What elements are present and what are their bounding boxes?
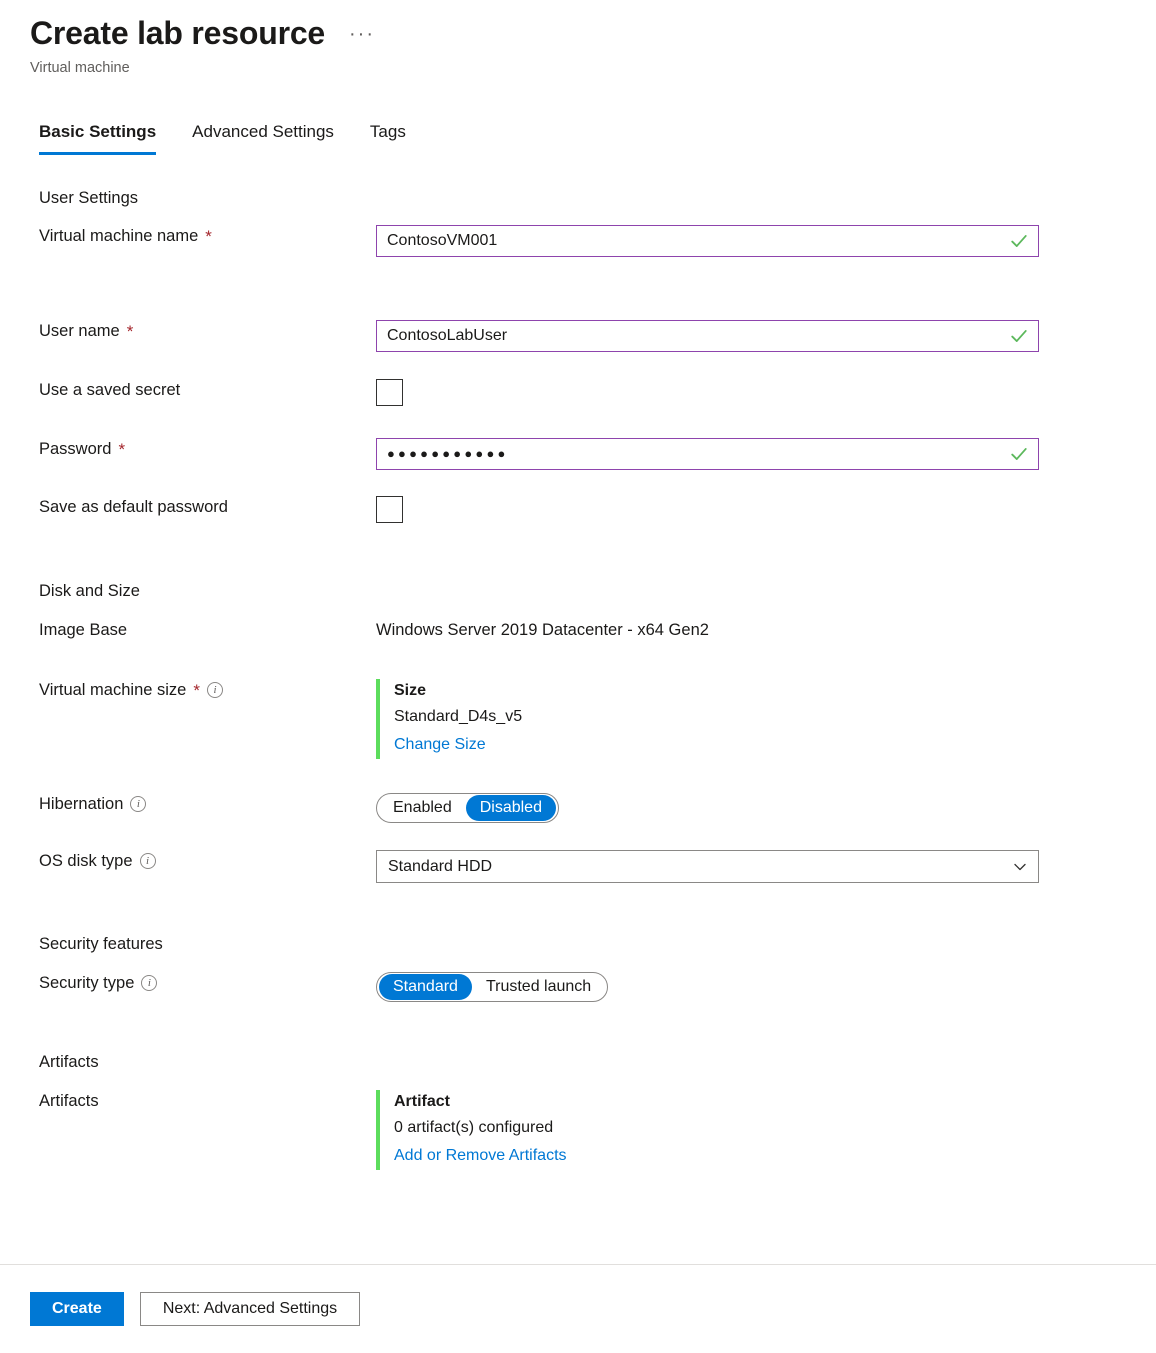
hibernation-option-enabled[interactable]: Enabled — [379, 795, 466, 821]
label-image-base: Image Base — [0, 619, 376, 641]
label-user-name-text: User name — [39, 322, 120, 340]
artifacts-box: Artifact 0 artifact(s) configured Add or… — [376, 1090, 1156, 1170]
image-base-value: Windows Server 2019 Datacenter - x64 Gen… — [376, 621, 709, 639]
artifacts-box-value: 0 artifact(s) configured — [394, 1119, 554, 1136]
tab-basic-settings[interactable]: Basic Settings — [39, 120, 157, 155]
label-password-text: Password — [39, 440, 112, 458]
control-hibernation: Enabled Disabled — [376, 793, 1156, 823]
chevron-down-icon — [1014, 863, 1026, 870]
valid-check-icon — [1011, 330, 1027, 342]
security-type-option-standard[interactable]: Standard — [379, 974, 472, 1000]
label-vm-name: Virtual machine name * — [0, 225, 376, 247]
field-row-vm-size: Virtual machine size * i Size Standard_D… — [0, 679, 1156, 759]
basic-settings-form: User Settings Virtual machine name * Con… — [0, 187, 1156, 1170]
os-disk-type-dropdown[interactable]: Standard HDD — [376, 850, 1039, 883]
field-row-saved-secret: Use a saved secret — [0, 379, 1156, 406]
label-vm-size: Virtual machine size * i — [0, 679, 376, 701]
tab-tags[interactable]: Tags — [370, 120, 406, 155]
user-name-value: ContosoLabUser — [387, 327, 508, 344]
tab-advanced-settings[interactable]: Advanced Settings — [192, 120, 334, 155]
control-saved-secret — [376, 379, 1156, 406]
label-hibernation-text: Hibernation — [39, 795, 124, 813]
label-password: Password * — [0, 438, 376, 460]
section-title-disk-and-size: Disk and Size — [39, 582, 140, 600]
label-user-name: User name * — [0, 320, 376, 342]
artifacts-box-title: Artifact — [394, 1093, 451, 1110]
security-type-toggle: Standard Trusted launch — [376, 972, 609, 1002]
hibernation-option-disabled[interactable]: Disabled — [465, 795, 556, 821]
control-image-base: Windows Server 2019 Datacenter - x64 Gen… — [376, 619, 1156, 641]
hibernation-toggle: Enabled Disabled — [376, 793, 559, 823]
control-artifacts: Artifact 0 artifact(s) configured Add or… — [376, 1090, 1156, 1170]
page-title: Create lab resource — [30, 15, 326, 51]
page-subtitle: Virtual machine — [30, 60, 130, 76]
field-row-security-type: Security type i Standard Trusted launch — [0, 972, 1156, 1002]
control-security-type: Standard Trusted launch — [376, 972, 1156, 1002]
label-image-base-text: Image Base — [39, 621, 128, 639]
next-advanced-settings-button[interactable]: Next: Advanced Settings — [139, 1292, 361, 1326]
section-title-user-settings: User Settings — [39, 189, 139, 207]
label-vm-size-text: Virtual machine size — [39, 681, 187, 699]
required-asterisk: * — [118, 439, 126, 459]
label-save-default-password-text: Save as default password — [39, 498, 228, 516]
control-user-name: ContosoLabUser — [376, 320, 1156, 352]
valid-check-icon — [1011, 235, 1027, 247]
os-disk-type-value: Standard HDD — [388, 857, 493, 875]
user-name-input[interactable]: ContosoLabUser — [376, 320, 1039, 352]
control-vm-size: Size Standard_D4s_v5 Change Size — [376, 679, 1156, 759]
field-row-default-password: Save as default password — [0, 496, 1156, 523]
label-security-type-text: Security type — [39, 974, 135, 992]
create-button[interactable]: Create — [30, 1292, 124, 1326]
title-row: Create lab resource ··· — [30, 12, 1156, 54]
more-actions-icon[interactable]: ··· — [345, 24, 379, 44]
vm-name-value: ContosoVM001 — [387, 232, 498, 249]
use-saved-secret-checkbox[interactable] — [376, 379, 403, 406]
field-row-os-disk-type: OS disk type i Standard HDD — [0, 850, 1156, 883]
control-password: ●●●●●●●●●●● — [376, 438, 1156, 470]
required-asterisk: * — [193, 680, 200, 700]
section-title-security-features: Security features — [39, 935, 163, 953]
valid-check-icon — [1011, 448, 1027, 460]
required-asterisk: * — [205, 226, 212, 246]
field-row-artifacts: Artifacts Artifact 0 artifact(s) configu… — [0, 1090, 1156, 1170]
required-asterisk: * — [126, 321, 134, 341]
add-remove-artifacts-link[interactable]: Add or Remove Artifacts — [394, 1142, 1156, 1170]
label-hibernation: Hibernation i — [0, 793, 376, 815]
label-artifacts-text: Artifacts — [39, 1092, 99, 1110]
label-security-type: Security type i — [0, 972, 376, 994]
label-use-saved-secret-text: Use a saved secret — [39, 381, 181, 399]
field-row-user-name: User name * ContosoLabUser — [0, 320, 1156, 352]
label-vm-name-text: Virtual machine name — [39, 227, 199, 245]
field-row-vm-name: Virtual machine name * ContosoVM001 — [0, 225, 1156, 257]
password-value: ●●●●●●●●●●● — [387, 446, 509, 461]
tab-bar: Basic Settings Advanced Settings Tags — [39, 120, 1156, 155]
page-header: Create lab resource ··· Virtual machine — [0, 0, 1156, 78]
footer-bar: Create Next: Advanced Settings — [0, 1265, 1156, 1353]
field-row-hibernation: Hibernation i Enabled Disabled — [0, 793, 1156, 823]
label-os-disk-type-text: OS disk type — [39, 852, 133, 870]
control-os-disk-type: Standard HDD — [376, 850, 1156, 883]
change-size-link[interactable]: Change Size — [394, 731, 1156, 759]
info-icon[interactable]: i — [141, 975, 158, 991]
control-default-password — [376, 496, 1156, 523]
control-vm-name: ContosoVM001 — [376, 225, 1156, 257]
security-type-option-trusted-launch[interactable]: Trusted launch — [472, 974, 605, 1000]
label-os-disk-type: OS disk type i — [0, 850, 376, 872]
vm-size-box-value: Standard_D4s_v5 — [394, 708, 523, 725]
password-input[interactable]: ●●●●●●●●●●● — [376, 438, 1039, 470]
field-row-image-base: Image Base Windows Server 2019 Datacente… — [0, 619, 1156, 641]
field-row-password: Password * ●●●●●●●●●●● — [0, 438, 1156, 470]
vm-name-input[interactable]: ContosoVM001 — [376, 225, 1039, 257]
save-default-password-checkbox[interactable] — [376, 496, 403, 523]
label-artifacts: Artifacts — [0, 1090, 376, 1112]
vm-size-box: Size Standard_D4s_v5 Change Size — [376, 679, 1156, 759]
info-icon[interactable]: i — [130, 796, 147, 812]
label-use-saved-secret: Use a saved secret — [0, 379, 376, 401]
section-title-artifacts: Artifacts — [39, 1053, 99, 1071]
vm-size-box-title: Size — [394, 682, 427, 699]
label-save-default-password: Save as default password — [0, 496, 376, 518]
info-icon[interactable]: i — [139, 853, 156, 869]
info-icon[interactable]: i — [206, 682, 223, 698]
